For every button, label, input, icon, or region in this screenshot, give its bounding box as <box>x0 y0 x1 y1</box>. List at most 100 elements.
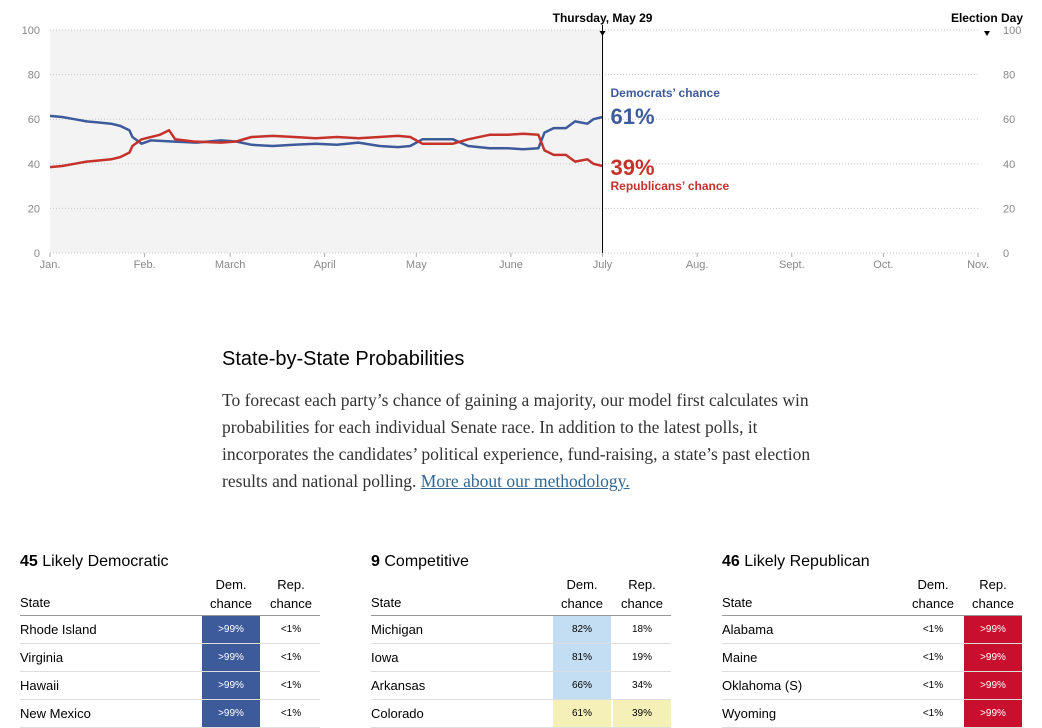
x-tick-label: July <box>593 259 613 271</box>
dem-chance-cell: >99% <box>202 616 260 643</box>
rep-chance-cell: 39% <box>613 700 671 727</box>
rep-chance-cell: 34% <box>613 672 671 699</box>
column-headers: State Dem. chance Rep. chance <box>371 575 671 616</box>
table-row[interactable]: New Mexico >99% <1% <box>20 700 320 728</box>
x-tick-label: April <box>314 259 336 271</box>
category-heading: 46 Likely Republican <box>722 553 1022 571</box>
category-count: 46 <box>722 553 740 570</box>
x-tick-label: June <box>499 259 523 271</box>
intro-section: State-by-State Probabilities To forecast… <box>222 348 842 495</box>
rep-chance-cell: >99% <box>964 644 1022 671</box>
table-row[interactable]: Maine <1% >99% <box>722 644 1022 672</box>
state-column-header: State <box>371 595 402 610</box>
table-row[interactable]: Wyoming <1% >99% <box>722 700 1022 728</box>
state-column-header: State <box>20 595 51 610</box>
section-heading: State-by-State Probabilities <box>222 348 465 370</box>
state-name: Wyoming <box>722 706 777 721</box>
table-row[interactable]: Colorado 61% 39% <box>371 700 671 728</box>
x-tick-label: Nov. <box>967 259 989 271</box>
rep-chance-cell: <1% <box>262 644 320 671</box>
republicans-current-value: 39% <box>611 155 655 180</box>
rep-chance-column-header: Rep. chance <box>972 577 1014 611</box>
past-period-shading <box>50 30 603 253</box>
y-tick-label-right: 80 <box>1003 70 1015 82</box>
dem-chance-column-header: Dem. chance <box>561 577 603 611</box>
table-row[interactable]: Hawaii >99% <1% <box>20 672 320 700</box>
state-name: Iowa <box>371 650 399 665</box>
dem-chance-cell: <1% <box>904 616 962 643</box>
category-table: 46 Likely Republican State Dem. chance Rep. c… <box>722 553 1022 728</box>
y-tick-label-right: 20 <box>1003 203 1015 215</box>
dem-chance-cell: 81% <box>553 644 611 671</box>
table-row[interactable]: Iowa 81% 19% <box>371 644 671 672</box>
state-name: Oklahoma (S) <box>722 678 803 693</box>
state-name: Virginia <box>20 650 64 665</box>
dem-chance-column-header: Dem. chance <box>912 577 954 611</box>
dem-chance-cell: <1% <box>904 644 962 671</box>
category-table: 45 Likely Democratic State Dem. chance Rep. c… <box>20 553 320 728</box>
election-day-label: Election Day <box>951 11 1023 25</box>
y-tick-label-right: 0 <box>1003 248 1009 260</box>
category-label: Competitive <box>384 553 469 570</box>
democrats-current-value: 61% <box>611 104 655 129</box>
state-name: Maine <box>722 650 758 665</box>
dem-chance-column-header: Dem. chance <box>210 577 252 611</box>
x-tick-label: Oct. <box>873 259 893 271</box>
table-row[interactable]: Michigan 82% 18% <box>371 616 671 644</box>
x-tick-label: May <box>406 259 427 271</box>
dem-chance-cell: 82% <box>553 616 611 643</box>
election-day-marker-icon <box>984 31 990 36</box>
y-tick-label-right: 40 <box>1003 159 1015 171</box>
current-date-label: Thursday, May 29 <box>553 11 653 25</box>
state-name: Rhode Island <box>20 622 97 637</box>
x-tick-label: Feb. <box>134 259 156 271</box>
y-tick-label-left: 100 <box>22 25 40 37</box>
column-headers: State Dem. chance Rep. chance <box>20 575 320 616</box>
x-tick-label: Aug. <box>686 259 709 271</box>
category-label: Likely Republican <box>744 553 870 570</box>
rep-chance-cell: >99% <box>964 672 1022 699</box>
methodology-link[interactable]: More about our methodology. <box>421 471 630 491</box>
x-tick-label: March <box>215 259 246 271</box>
table-row[interactable]: Alabama <1% >99% <box>722 616 1022 644</box>
rep-chance-cell: 19% <box>613 644 671 671</box>
x-tick-label: Sept. <box>779 259 805 271</box>
dem-chance-cell: <1% <box>904 672 962 699</box>
y-tick-label-right: 60 <box>1003 114 1015 126</box>
dem-chance-cell: 61% <box>553 700 611 727</box>
y-tick-label-left: 20 <box>28 203 40 215</box>
category-count: 45 <box>20 553 38 570</box>
column-headers: State Dem. chance Rep. chance <box>722 575 1022 616</box>
table-row[interactable]: Rhode Island >99% <1% <box>20 616 320 644</box>
category-heading: 45 Likely Democratic <box>20 553 320 571</box>
dem-chance-cell: >99% <box>202 700 260 727</box>
category-label: Likely Democratic <box>42 553 169 570</box>
y-tick-label-right: 100 <box>1003 25 1021 37</box>
y-tick-label-left: 40 <box>28 159 40 171</box>
state-name: Colorado <box>371 706 424 721</box>
state-name: Arkansas <box>371 678 426 693</box>
table-row[interactable]: Arkansas 66% 34% <box>371 672 671 700</box>
rep-chance-cell: 18% <box>613 616 671 643</box>
state-column-header: State <box>722 595 753 610</box>
category-count: 9 <box>371 553 380 570</box>
x-tick-label: Jan. <box>40 259 61 271</box>
category-heading: 9 Competitive <box>371 553 671 571</box>
rep-chance-cell: >99% <box>964 616 1022 643</box>
rep-chance-column-header: Rep. chance <box>621 577 663 611</box>
table-row[interactable]: Virginia >99% <1% <box>20 644 320 672</box>
rep-chance-cell: <1% <box>262 616 320 643</box>
category-table: 9 Competitive State Dem. chance Rep. chance Mi… <box>371 553 671 728</box>
rep-chance-column-header: Rep. chance <box>270 577 312 611</box>
state-name: Michigan <box>371 622 424 637</box>
rep-chance-cell: <1% <box>262 700 320 727</box>
forecast-chart: 0 020 2040 4060 6080 80100 100Jan. Feb. March Apr… <box>22 11 1024 271</box>
y-tick-label-left: 80 <box>28 70 40 82</box>
rep-chance-cell: >99% <box>964 700 1022 727</box>
intro-paragraph: To forecast each party’s chance of gaini… <box>222 387 842 495</box>
dem-chance-cell: >99% <box>202 672 260 699</box>
table-row[interactable]: Oklahoma (S) <1% >99% <box>722 672 1022 700</box>
dem-chance-cell: >99% <box>202 644 260 671</box>
democrats-series-label: Democrats’ chance <box>611 86 721 100</box>
dem-chance-cell: <1% <box>904 700 962 727</box>
